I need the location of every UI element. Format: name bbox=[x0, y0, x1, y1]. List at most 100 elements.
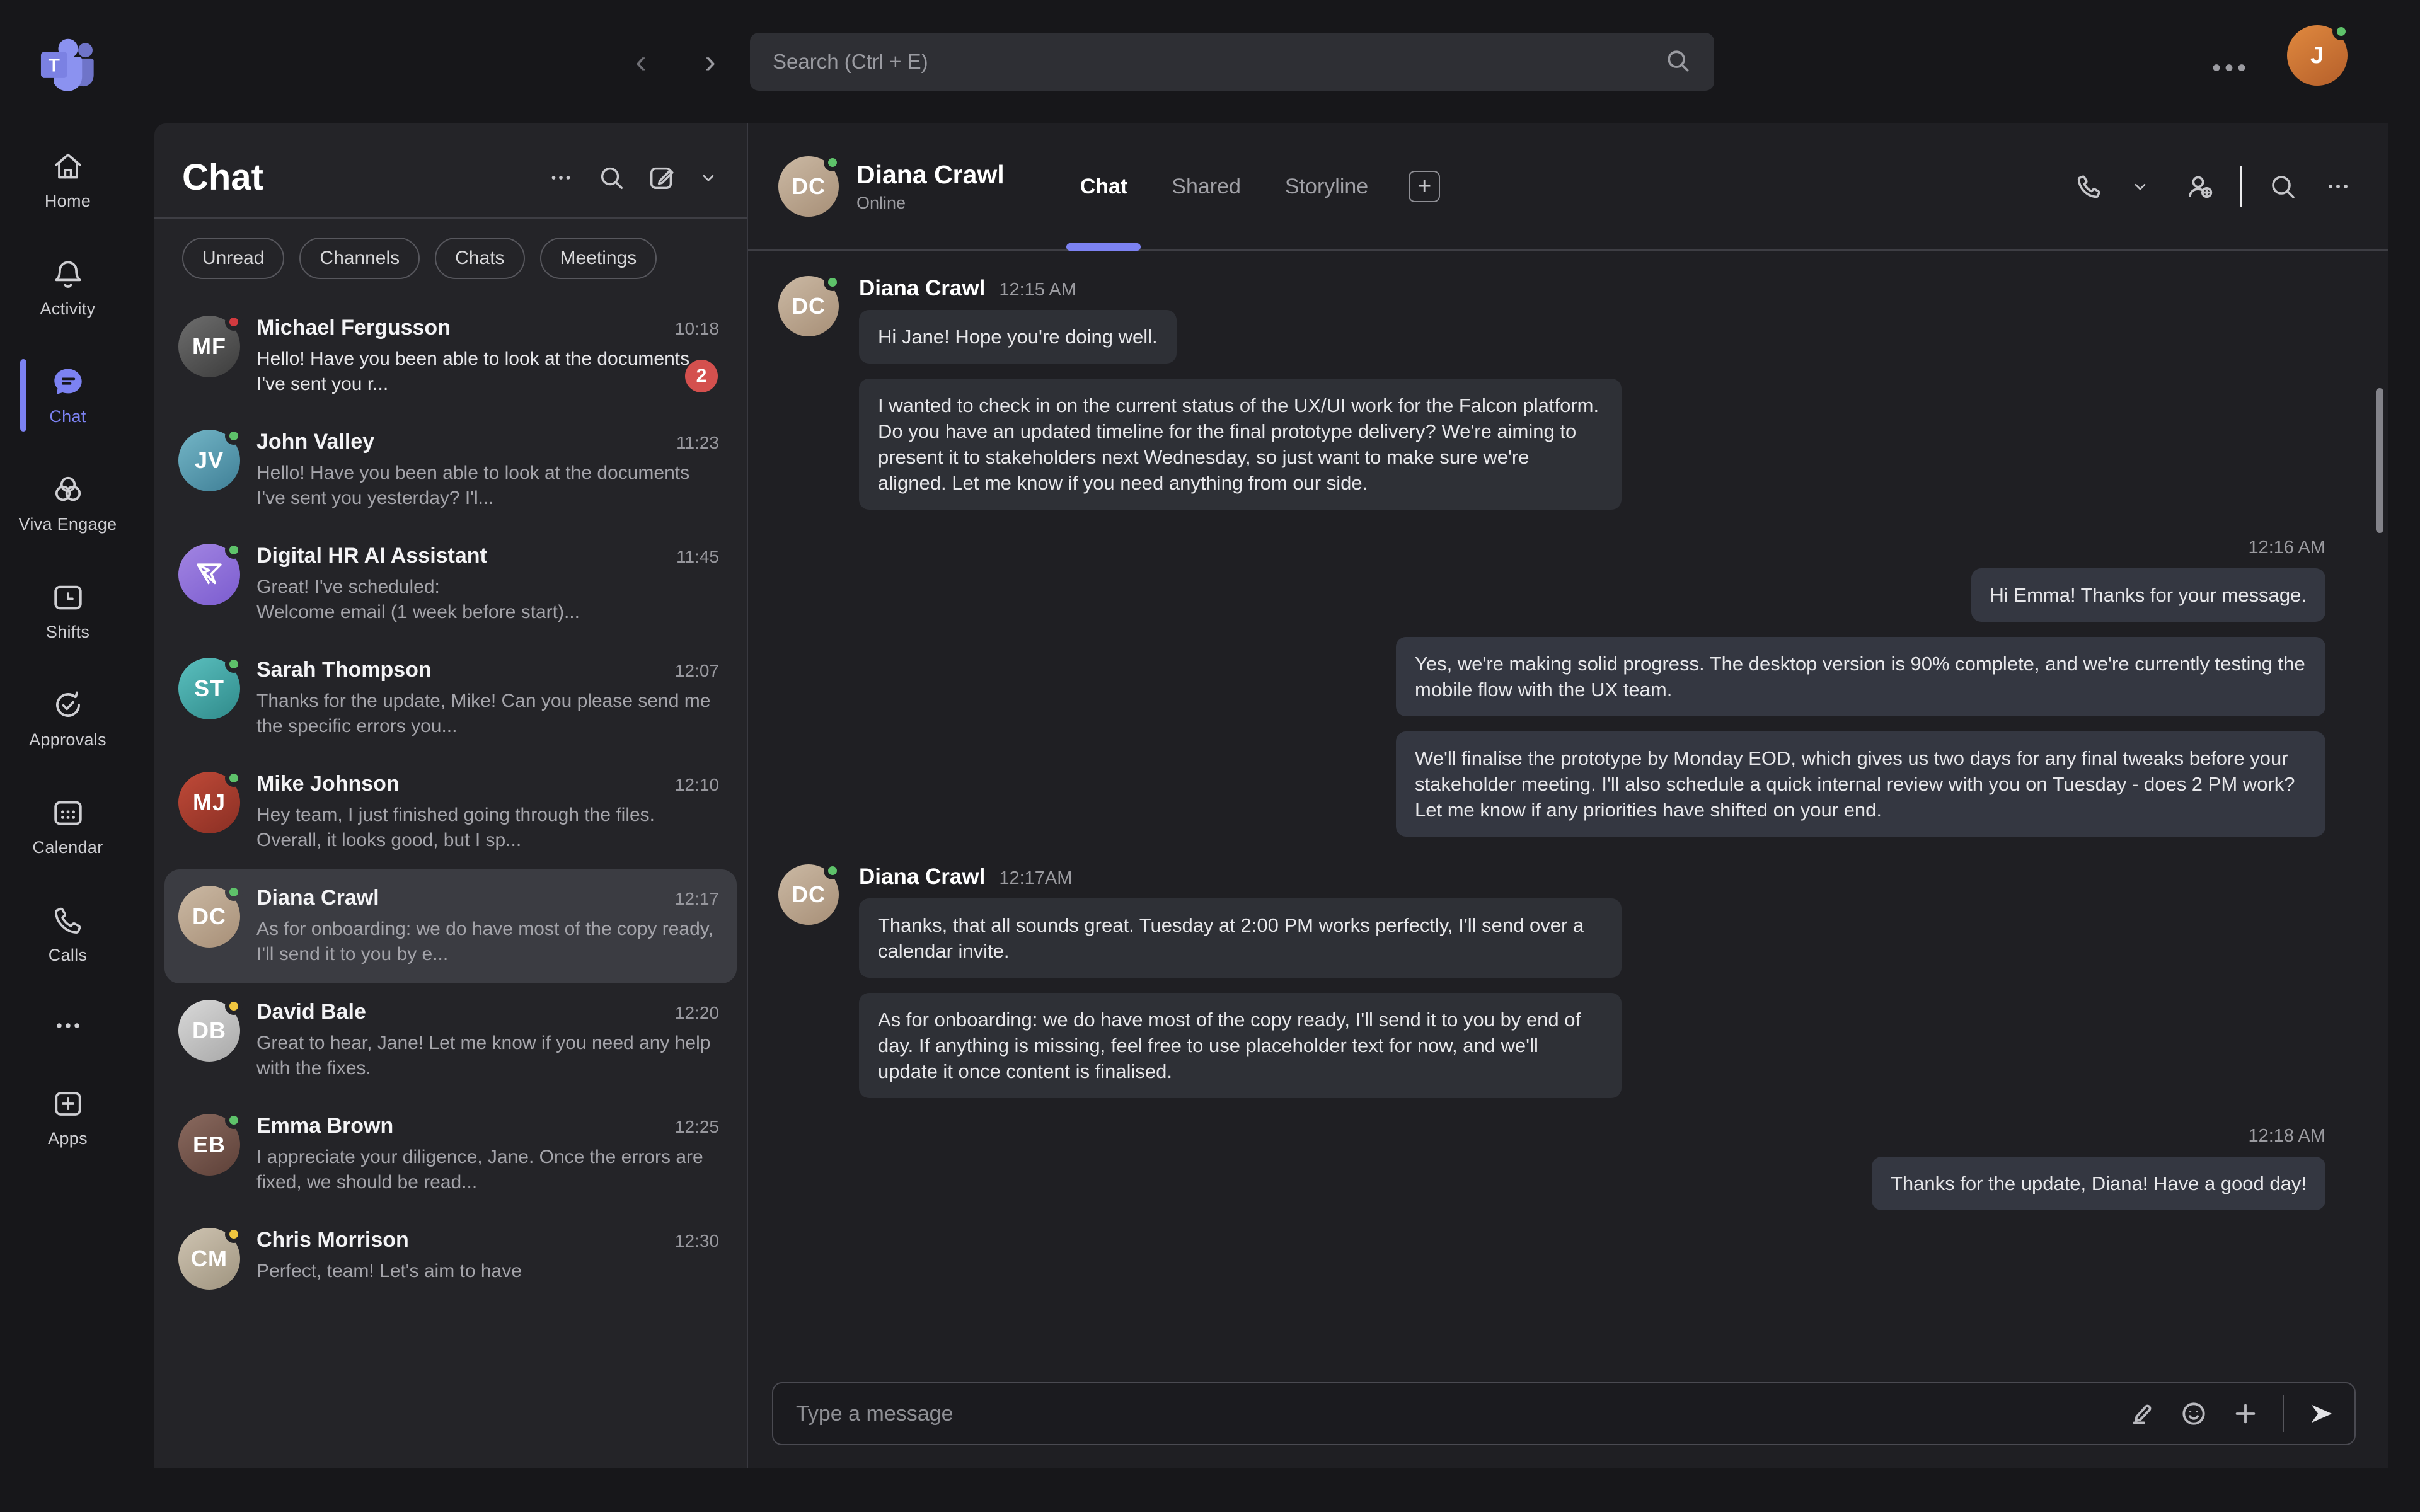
chat-list-more-icon[interactable] bbox=[546, 163, 575, 192]
new-chat-icon[interactable] bbox=[647, 163, 676, 192]
conversation-list-item[interactable]: MJ Mike Johnson 12:10 Hey team, I just f… bbox=[164, 755, 737, 869]
conversation-list-item[interactable]: DC Diana Crawl 12:17 As for onboarding: … bbox=[164, 869, 737, 983]
user-avatar[interactable]: J bbox=[2287, 25, 2348, 86]
conversation-title: Diana Crawl bbox=[856, 160, 1005, 190]
rail-item-more[interactable] bbox=[19, 988, 117, 1063]
filter-pill-unread[interactable]: Unread bbox=[182, 238, 284, 279]
conversation-more-icon[interactable] bbox=[2323, 171, 2353, 202]
avatar-initials: JV bbox=[195, 447, 224, 474]
presence-indicator-yellow bbox=[225, 1225, 243, 1243]
message-time: 12:18 AM bbox=[778, 1126, 2325, 1147]
attach-plus-icon[interactable] bbox=[2231, 1399, 2260, 1428]
avatar-initials: DC bbox=[792, 293, 826, 319]
presence-indicator-green bbox=[225, 427, 243, 445]
tab-shared[interactable]: Shared bbox=[1172, 123, 1241, 249]
conversation-list-item[interactable]: JV John Valley 11:23 Hello! Have you bee… bbox=[164, 413, 737, 527]
conversation-preview: Perfect, team! Let's aim to have bbox=[256, 1259, 719, 1284]
send-icon[interactable] bbox=[2307, 1399, 2336, 1428]
svg-text:T: T bbox=[48, 55, 59, 76]
conversation-preview: As for onboarding: we do have most of th… bbox=[256, 917, 719, 967]
topbar-more-button[interactable]: ••• bbox=[2212, 54, 2250, 83]
filter-pill-chats[interactable]: Chats bbox=[435, 238, 524, 279]
avatar: MJ bbox=[178, 772, 240, 833]
presence-indicator-green bbox=[225, 883, 243, 901]
rail-item-shifts[interactable]: Shifts bbox=[19, 557, 117, 665]
conversation-preview: Great! I've scheduled: Welcome email (1 … bbox=[256, 575, 719, 625]
conversation-name: Michael Fergusson bbox=[256, 316, 675, 340]
rail-item-approvals[interactable]: Approvals bbox=[19, 665, 117, 772]
conversation-list-item[interactable]: DB David Bale 12:20 Great to hear, Jane!… bbox=[164, 983, 737, 1097]
rail-item-viva-engage[interactable]: Viva Engage bbox=[19, 449, 117, 557]
avatar-initials: MJ bbox=[193, 789, 226, 816]
tab-chat[interactable]: Chat bbox=[1080, 123, 1128, 249]
calls-icon bbox=[50, 903, 86, 938]
conversation-list-item[interactable]: MF Michael Fergusson 10:18 Hello! Have y… bbox=[164, 299, 737, 413]
conversation-time: 11:45 bbox=[676, 547, 719, 567]
call-options-chevron-icon[interactable] bbox=[2129, 176, 2151, 197]
global-search[interactable] bbox=[750, 33, 1714, 91]
divider bbox=[2240, 166, 2242, 207]
incoming-message-bubble: I wanted to check in on the current stat… bbox=[859, 379, 1622, 510]
conversation-search-icon[interactable] bbox=[2267, 171, 2298, 202]
rail-item-chat[interactable]: Chat bbox=[19, 341, 117, 449]
chat-list-search-icon[interactable] bbox=[597, 163, 626, 192]
conversation-name: Mike Johnson bbox=[256, 772, 675, 796]
message-group: 12:18 AM Thanks for the update, Diana! H… bbox=[778, 1126, 2325, 1210]
call-icon[interactable] bbox=[2074, 171, 2104, 202]
presence-indicator-green bbox=[225, 655, 243, 673]
format-pen-icon[interactable] bbox=[2128, 1399, 2157, 1428]
scrollbar-thumb[interactable] bbox=[2376, 388, 2383, 533]
avatar-initials: DC bbox=[192, 903, 226, 930]
rail-item-label: Calendar bbox=[33, 838, 103, 857]
conversation-preview: Thanks for the update, Mike! Can you ple… bbox=[256, 689, 719, 739]
filter-pill-channels[interactable]: Channels bbox=[299, 238, 420, 279]
rail-item-apps[interactable]: Apps bbox=[19, 1063, 117, 1171]
conversation-name: David Bale bbox=[256, 1000, 675, 1024]
presence-indicator-green bbox=[824, 154, 841, 171]
rail-item-home[interactable]: Home bbox=[19, 126, 117, 234]
nav-forward-button[interactable]: › bbox=[690, 42, 730, 82]
teams-logo: T bbox=[0, 0, 135, 126]
conversation-name: Digital HR AI Assistant bbox=[256, 544, 676, 568]
conversation-list-item[interactable]: ST Sarah Thompson 12:07 Thanks for the u… bbox=[164, 641, 737, 755]
conversation-list-item[interactable]: CM Chris Morrison 12:30 Perfect, team! L… bbox=[164, 1211, 737, 1306]
search-input[interactable] bbox=[773, 50, 1664, 74]
rail-item-activity[interactable]: Activity bbox=[19, 234, 117, 341]
shifts-icon bbox=[50, 580, 86, 615]
calendar-icon bbox=[50, 795, 86, 830]
rail-item-calendar[interactable]: Calendar bbox=[19, 772, 117, 880]
add-people-icon[interactable] bbox=[2185, 171, 2215, 202]
message-composer[interactable] bbox=[772, 1382, 2356, 1445]
message-time: 12:17AM bbox=[999, 868, 1072, 889]
rail-item-label: Calls bbox=[49, 946, 88, 965]
filter-pills: Unread Channels Chats Meetings bbox=[154, 219, 747, 293]
conversation-list-item[interactable]: EB Emma Brown 12:25 I appreciate your di… bbox=[164, 1097, 737, 1211]
message-input[interactable] bbox=[796, 1402, 2128, 1426]
avatar: DC bbox=[778, 864, 839, 925]
conversation-time: 12:07 bbox=[675, 661, 719, 681]
avatar-initials: DC bbox=[792, 881, 826, 908]
app-rail: T Home Activity Chat Viva Engage Shifts … bbox=[0, 0, 135, 1512]
activity-icon bbox=[50, 256, 86, 292]
nav-back-button[interactable]: ‹ bbox=[621, 42, 661, 82]
emoji-icon[interactable] bbox=[2179, 1399, 2208, 1428]
panel-title: Chat bbox=[182, 156, 546, 198]
conversation-list-item[interactable]: Digital HR AI Assistant 11:45 Great! I'v… bbox=[164, 527, 737, 641]
conversation-name: Emma Brown bbox=[256, 1114, 675, 1138]
tab-storyline[interactable]: Storyline bbox=[1285, 123, 1368, 249]
avatar-initials: MF bbox=[192, 333, 226, 360]
message-sender: Diana Crawl bbox=[859, 864, 985, 890]
unread-badge: 2 bbox=[685, 360, 718, 392]
avatar-initials: CM bbox=[191, 1246, 228, 1272]
presence-indicator-red bbox=[225, 313, 243, 331]
conversation-preview: I appreciate your diligence, Jane. Once … bbox=[256, 1145, 719, 1195]
add-tab-button[interactable]: + bbox=[1409, 171, 1440, 202]
filter-pill-meetings[interactable]: Meetings bbox=[540, 238, 657, 279]
conversation-avatar[interactable]: DC bbox=[778, 156, 839, 217]
message-time: 12:16 AM bbox=[778, 537, 2325, 558]
incoming-message-bubble: Thanks, that all sounds great. Tuesday a… bbox=[859, 898, 1622, 978]
avatar: DC bbox=[778, 276, 839, 336]
chevron-down-icon[interactable] bbox=[698, 167, 719, 188]
avatar-initials: J bbox=[2310, 42, 2324, 69]
rail-item-calls[interactable]: Calls bbox=[19, 880, 117, 988]
